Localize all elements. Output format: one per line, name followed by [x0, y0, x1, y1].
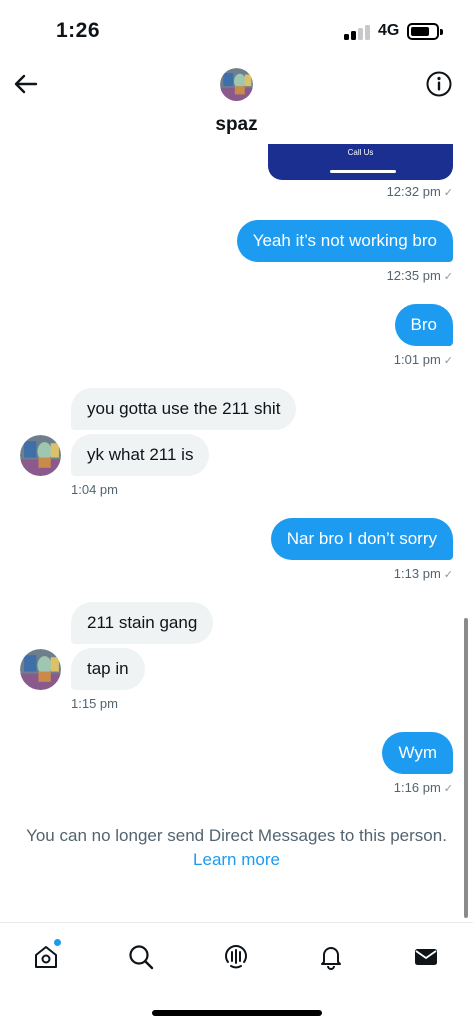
received-message-bubble[interactable]: 211 stain gang: [71, 602, 214, 644]
message-timestamp: 12:32 pm ✓: [386, 184, 453, 199]
tab-messages[interactable]: [406, 937, 446, 977]
sender-avatar[interactable]: [20, 649, 61, 690]
new-content-dot: [54, 939, 61, 946]
contact-name[interactable]: spaz: [0, 114, 473, 136]
sender-avatar[interactable]: [20, 435, 61, 476]
read-check-icon: ✓: [443, 355, 453, 367]
received-message-bubble[interactable]: yk what 211 is: [71, 434, 210, 476]
message-timestamp: 1:15 pm: [71, 696, 118, 711]
read-check-icon: ✓: [443, 569, 453, 581]
dm-disabled-notice: You can no longer send Direct Messages t…: [0, 824, 473, 872]
sent-message-bubble[interactable]: Bro: [394, 304, 453, 346]
sent-message-bubble[interactable]: Nar bro I don’t sorry: [270, 518, 453, 560]
tab-search[interactable]: [121, 937, 161, 977]
message-timestamp: 1:01 pm ✓: [393, 352, 453, 367]
home-icon: [35, 946, 57, 968]
messages-icon: [415, 949, 437, 965]
conversation-info-button[interactable]: [425, 70, 453, 98]
back-button[interactable]: [12, 70, 40, 98]
card-divider: [330, 170, 396, 173]
status-bar: 1:26 4G: [0, 0, 473, 60]
contact-avatar[interactable]: [220, 68, 253, 101]
message-timestamp: 12:35 pm ✓: [386, 268, 453, 283]
received-message-bubble[interactable]: you gotta use the 211 shit: [71, 388, 297, 430]
link-preview-card[interactable]: Call Us: [268, 144, 453, 180]
sent-message-bubble[interactable]: Wym: [382, 732, 453, 774]
cellular-signal-icon: [344, 24, 372, 40]
bottom-tab-bar: [0, 922, 473, 1024]
network-type: 4G: [378, 22, 400, 39]
search-icon: [129, 945, 154, 970]
card-label: Call Us: [347, 148, 374, 157]
read-check-icon: ✓: [443, 187, 453, 199]
tab-spaces[interactable]: [216, 937, 256, 977]
scrollbar[interactable]: [464, 618, 468, 918]
tab-home[interactable]: [26, 937, 66, 977]
message-timestamp: 1:13 pm ✓: [393, 566, 453, 581]
learn-more-link[interactable]: Learn more: [193, 848, 280, 872]
info-icon: [426, 71, 452, 97]
notifications-icon: [321, 947, 341, 970]
conversation-header: spaz: [0, 62, 473, 144]
message-list[interactable]: Call Us 12:32 pm ✓ Yeah it’s not working …: [0, 144, 473, 924]
arrow-left-icon: [14, 74, 38, 94]
battery-icon: [407, 23, 443, 40]
message-timestamp: 1:16 pm ✓: [393, 780, 453, 795]
spaces-icon: [225, 945, 247, 969]
read-check-icon: ✓: [443, 783, 453, 795]
tab-notifications[interactable]: [311, 937, 351, 977]
message-timestamp: 1:04 pm: [71, 482, 118, 497]
sent-message-bubble[interactable]: Yeah it’s not working bro: [236, 220, 453, 262]
received-message-bubble[interactable]: tap in: [71, 648, 145, 690]
home-indicator[interactable]: [152, 1010, 322, 1016]
status-time: 1:26: [56, 19, 101, 42]
notice-text: You can no longer send Direct Messages t…: [26, 826, 447, 845]
read-check-icon: ✓: [443, 271, 453, 283]
